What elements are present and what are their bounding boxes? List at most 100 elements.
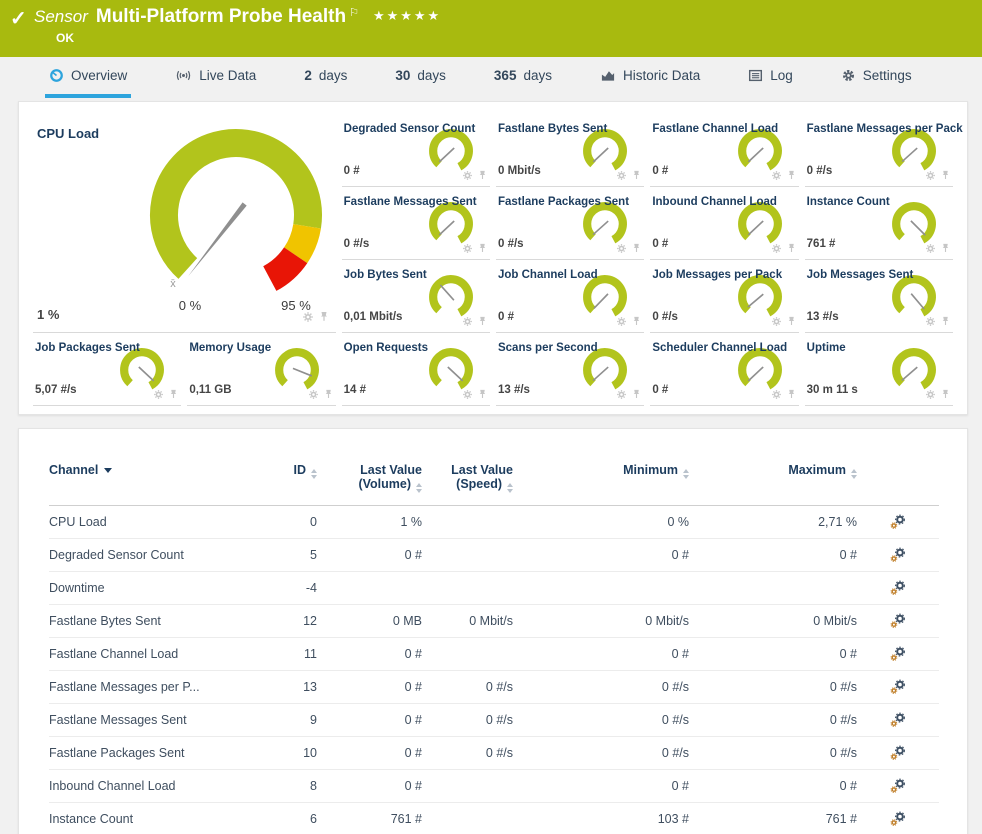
pin-icon[interactable] [940,389,951,400]
tab-overview[interactable]: Overview [45,57,131,98]
tab-log[interactable]: Log [744,57,797,98]
gauge-tile[interactable]: Fastlane Channel Load 0 # [650,114,798,187]
gauge-tile[interactable]: Inbound Channel Load 0 # [650,187,798,260]
pin-icon[interactable] [477,316,488,327]
cell-channel[interactable]: CPU Load [49,506,249,539]
table-row[interactable]: Downtime -4 [49,572,939,605]
tab-live-data[interactable]: Live Data [171,57,260,98]
tab-2-days[interactable]: 2 days [300,57,351,98]
gear-icon[interactable] [616,243,627,254]
cell-channel[interactable]: Instance Count [49,803,249,834]
pin-icon[interactable] [631,243,642,254]
table-row[interactable]: Fastlane Bytes Sent 12 0 MB 0 Mbit/s 0 M… [49,605,939,638]
gauge-tile[interactable]: Job Packages Sent 5,07 #/s [33,333,181,406]
gear-icon[interactable] [616,316,627,327]
gauge-tile[interactable]: Fastlane Messages per Pack 0 #/s [805,114,953,187]
table-row[interactable]: CPU Load 0 1 % 0 % 2,71 % [49,506,939,539]
gauge-tile[interactable]: Degraded Sensor Count 0 # [342,114,490,187]
gear-icon[interactable] [925,389,936,400]
gauge-tile[interactable]: Scans per Second 13 #/s [496,333,644,406]
channel-settings-gears-icon[interactable] [890,712,906,728]
gear-icon[interactable] [302,311,314,323]
pin-icon[interactable] [477,243,488,254]
gauge-tile[interactable]: Scheduler Channel Load 0 # [650,333,798,406]
gear-icon[interactable] [308,389,319,400]
priority-stars[interactable]: ★★★★★ [373,8,441,23]
pin-icon[interactable] [940,170,951,181]
pin-icon[interactable] [477,389,488,400]
gear-icon[interactable] [153,389,164,400]
cell-channel[interactable]: Fastlane Messages per P... [49,671,249,704]
gauge-tile[interactable]: Instance Count 761 # [805,187,953,260]
gauge-tile[interactable]: Memory Usage 0,11 GB [187,333,335,406]
pin-icon[interactable] [477,170,488,181]
gauge-tile[interactable]: Job Channel Load 0 # [496,260,644,333]
channel-settings-gears-icon[interactable] [890,778,906,794]
tab-historic-data[interactable]: Historic Data [596,57,704,98]
gear-icon[interactable] [462,389,473,400]
pin-icon[interactable] [631,389,642,400]
cell-channel[interactable]: Fastlane Packages Sent [49,737,249,770]
channel-settings-gears-icon[interactable] [890,514,906,530]
col-header-last-value-volume[interactable]: Last Value (Volume) [317,455,422,506]
channel-settings-gears-icon[interactable] [890,580,906,596]
gauge-tile[interactable]: Fastlane Packages Sent 0 #/s [496,187,644,260]
gear-icon[interactable] [925,170,936,181]
cell-channel[interactable]: Degraded Sensor Count [49,539,249,572]
table-row[interactable]: Fastlane Messages per P... 13 0 # 0 #/s … [49,671,939,704]
gauge-tile[interactable]: Job Messages per Pack 0 #/s [650,260,798,333]
channel-settings-gears-icon[interactable] [890,745,906,761]
gear-icon[interactable] [925,243,936,254]
pin-icon[interactable] [631,170,642,181]
pin-icon[interactable] [940,243,951,254]
cell-channel[interactable]: Downtime [49,572,249,605]
pin-icon[interactable] [786,316,797,327]
gauge-tile[interactable]: Job Bytes Sent 0,01 Mbit/s [342,260,490,333]
gauge-tile[interactable]: Job Messages Sent 13 #/s [805,260,953,333]
gear-icon[interactable] [616,389,627,400]
tab-365-days[interactable]: 365 days [490,57,556,98]
pin-icon[interactable] [318,311,330,323]
gear-icon[interactable] [462,170,473,181]
pin-icon[interactable] [631,316,642,327]
gear-icon[interactable] [771,170,782,181]
channel-settings-gears-icon[interactable] [890,646,906,662]
table-row[interactable]: Instance Count 6 761 # 103 # 761 # [49,803,939,834]
col-header-id[interactable]: ID [249,455,317,506]
gear-icon[interactable] [462,243,473,254]
gauge-tile[interactable]: Open Requests 14 # [342,333,490,406]
pin-icon[interactable] [323,389,334,400]
cell-channel[interactable]: Fastlane Messages Sent [49,704,249,737]
cell-channel[interactable]: Inbound Channel Load [49,770,249,803]
pin-icon[interactable] [940,316,951,327]
pin-icon[interactable] [168,389,179,400]
table-row[interactable]: Degraded Sensor Count 5 0 # 0 # 0 # [49,539,939,572]
gear-icon[interactable] [925,316,936,327]
table-row[interactable]: Fastlane Packages Sent 10 0 # 0 #/s 0 #/… [49,737,939,770]
channel-settings-gears-icon[interactable] [890,679,906,695]
table-row[interactable]: Fastlane Messages Sent 9 0 # 0 #/s 0 #/s… [49,704,939,737]
gear-icon[interactable] [616,170,627,181]
gear-icon[interactable] [771,316,782,327]
gauge-tile[interactable]: Fastlane Bytes Sent 0 Mbit/s [496,114,644,187]
pin-icon[interactable] [786,389,797,400]
col-header-maximum[interactable]: Maximum [689,455,857,506]
tab-settings[interactable]: Settings [837,57,916,98]
pin-icon[interactable] [786,243,797,254]
tab-30-days[interactable]: 30 days [391,57,450,98]
table-row[interactable]: Fastlane Channel Load 11 0 # 0 # 0 # [49,638,939,671]
col-header-last-value-speed[interactable]: Last Value (Speed) [422,455,513,506]
table-row[interactable]: Inbound Channel Load 8 0 # 0 # 0 # [49,770,939,803]
gauge-tile[interactable]: Fastlane Messages Sent 0 #/s [342,187,490,260]
gear-icon[interactable] [771,243,782,254]
pin-icon[interactable] [786,170,797,181]
gear-icon[interactable] [771,389,782,400]
gauge-tile-cpu-load[interactable]: CPU Load x̄ 0 % 95 % 1 % [33,114,336,333]
col-header-channel[interactable]: Channel [49,455,249,506]
channel-settings-gears-icon[interactable] [890,613,906,629]
col-header-minimum[interactable]: Minimum [513,455,689,506]
cell-channel[interactable]: Fastlane Channel Load [49,638,249,671]
gauge-tile[interactable]: Uptime 30 m 11 s [805,333,953,406]
gear-icon[interactable] [462,316,473,327]
channel-settings-gears-icon[interactable] [890,547,906,563]
